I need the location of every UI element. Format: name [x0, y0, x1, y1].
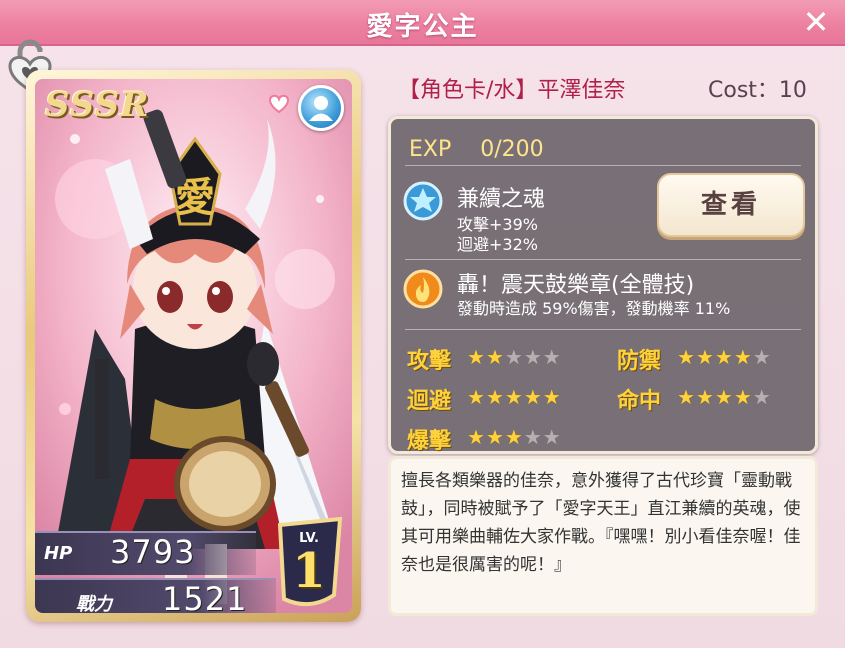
character-name: 【角色卡/水】平澤佳奈: [398, 78, 626, 103]
star-icon: ★: [752, 345, 772, 369]
fire-skill-icon: [403, 269, 443, 309]
star-icon: ★: [485, 385, 505, 409]
card-cost: Cost：10: [708, 78, 807, 103]
rarity-badge: SSSR: [45, 85, 150, 125]
star-icon: ★: [523, 345, 543, 369]
star-icon: ★: [542, 345, 562, 369]
divider: [405, 165, 801, 166]
power-label: 戰力: [76, 594, 112, 613]
attribute-label: 迴避: [407, 389, 452, 414]
star-icon: ★: [733, 385, 753, 409]
character-card: 愛 SSSR HP 3793 戰力 1521 LV. 1: [26, 70, 361, 622]
star-icon: ★: [504, 345, 524, 369]
star-icon: ★: [677, 385, 696, 409]
power-value: 1521: [162, 580, 248, 613]
info-panel: EXP 0/200 兼續之魂 攻擊+39% 迴避+32% 查看 轟！震天鼓樂章(…: [388, 116, 818, 454]
power-panel: 戰力 1521: [35, 578, 276, 613]
star-rating: ★★★★★: [677, 385, 772, 409]
star-icon: ★: [695, 385, 715, 409]
exp-value: EXP 0/200: [409, 137, 544, 162]
hp-label: HP: [44, 543, 73, 564]
star-icon: ★: [467, 385, 486, 409]
star-icon: ★: [733, 345, 753, 369]
level-badge: LV. 1: [270, 515, 348, 611]
attribute-label: 防禦: [617, 349, 662, 374]
title-bar: 愛字公主 ✕: [0, 0, 845, 46]
attribute-label: 命中: [617, 389, 662, 414]
heart-icon: [268, 94, 290, 114]
star-rating: ★★★★★: [467, 425, 562, 449]
attribute-label: 攻擊: [407, 349, 452, 374]
star-icon: ★: [485, 425, 505, 449]
divider: [405, 259, 801, 260]
active-skill-desc: 發動時造成 59%傷害，發動機率 11%: [457, 299, 731, 318]
star-icon: ★: [542, 385, 562, 409]
star-icon: ★: [542, 425, 562, 449]
star-icon: ★: [714, 345, 734, 369]
star-skill-icon: [403, 181, 443, 221]
star-icon: ★: [523, 385, 543, 409]
profile-button[interactable]: [298, 85, 344, 131]
card-art-frame: 愛 SSSR HP 3793 戰力 1521 LV. 1: [35, 79, 352, 613]
leader-skill-name: 兼續之魂: [457, 187, 546, 212]
user-icon: [309, 96, 333, 121]
star-icon: ★: [752, 385, 772, 409]
hp-panel: HP 3793: [35, 531, 256, 575]
star-rating: ★★★★★: [467, 345, 562, 369]
star-icon: ★: [504, 385, 524, 409]
hp-value: 3793: [110, 533, 196, 571]
star-icon: ★: [467, 345, 486, 369]
divider: [405, 329, 801, 330]
level-value: 1: [292, 543, 326, 599]
star-icon: ★: [677, 345, 696, 369]
active-skill-name: 轟！震天鼓樂章(全體技): [457, 273, 695, 298]
star-icon: ★: [523, 425, 543, 449]
close-button[interactable]: ✕: [799, 6, 833, 40]
star-icon: ★: [695, 345, 715, 369]
star-icon: ★: [714, 385, 734, 409]
star-icon: ★: [485, 345, 505, 369]
star-icon: ★: [504, 425, 524, 449]
leader-skill-line1: 攻擊+39%: [457, 215, 538, 234]
attribute-label: 爆擊: [407, 429, 452, 454]
star-rating: ★★★★★: [677, 345, 772, 369]
character-description: 擅長各類樂器的佳奈，意外獲得了古代珍寶「靈動戰鼓」，同時被賦予了「愛字天王」直江…: [388, 456, 818, 616]
star-icon: ★: [467, 425, 486, 449]
leader-skill-line2: 迴避+32%: [457, 235, 538, 254]
star-rating: ★★★★★: [467, 385, 562, 409]
view-button[interactable]: 查看: [657, 173, 805, 237]
page-title: 愛字公主: [366, 12, 479, 42]
